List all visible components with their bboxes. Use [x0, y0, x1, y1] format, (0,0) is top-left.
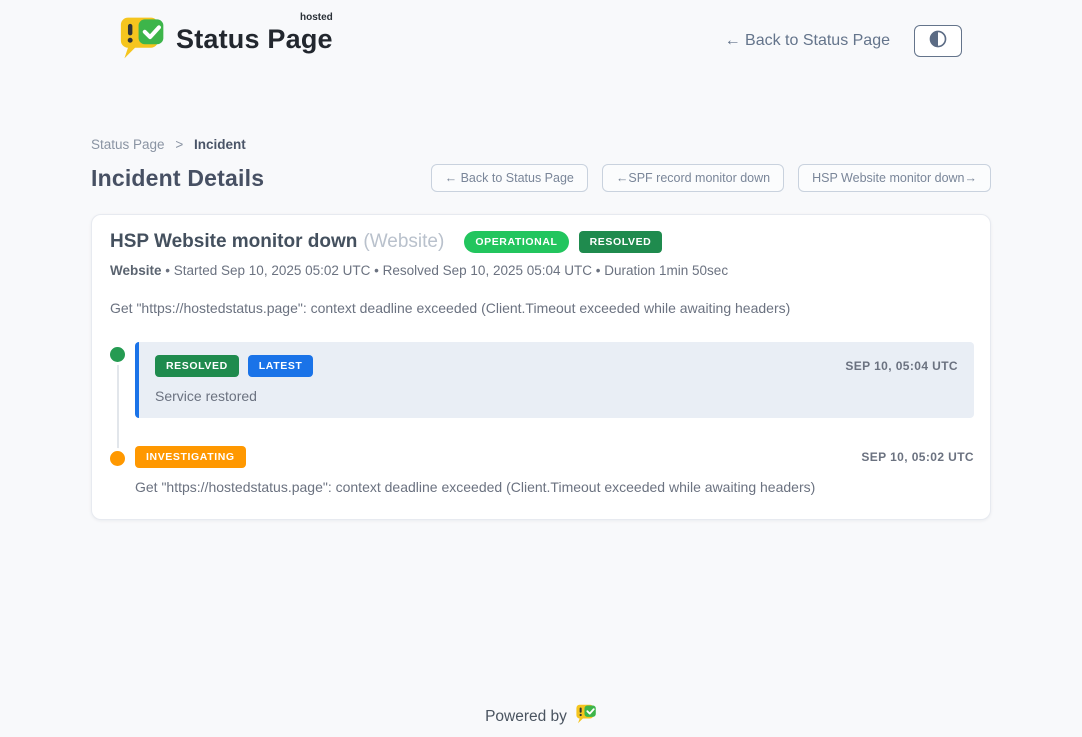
half-circle-contrast-icon [927, 28, 949, 53]
header-back-link[interactable]: ← Back to Status Page [725, 32, 890, 50]
timeline-entry-badges: RESOLVED LATEST [155, 355, 313, 377]
timeline-entry-header: RESOLVED LATEST SEP 10, 05:04 UTC [155, 355, 958, 377]
meta-component: Website [110, 263, 162, 278]
operational-status-badge: OPERATIONAL [464, 231, 568, 253]
timeline-timestamp: SEP 10, 05:04 UTC [845, 359, 958, 373]
powered-by-link[interactable]: Powered by [485, 704, 597, 729]
incident-component: (Website) [363, 231, 444, 253]
brand-name: Status Page [176, 24, 333, 54]
brand-text: Status Page hosted [176, 16, 333, 55]
timeline-dot-resolved [110, 347, 125, 362]
theme-toggle-button[interactable] [914, 25, 962, 57]
resolved-status-badge: RESOLVED [579, 231, 663, 253]
meta-separator: • [370, 263, 382, 278]
latest-update-box: RESOLVED LATEST SEP 10, 05:04 UTC Servic… [135, 342, 974, 418]
meta-started: Started Sep 10, 2025 05:02 UTC [174, 263, 371, 278]
timeline-dot-investigating [110, 451, 125, 466]
main-content: Status Page > Incident Incident Details … [91, 137, 991, 520]
breadcrumb-status-page[interactable]: Status Page [91, 137, 165, 152]
timeline-entry-body: INVESTIGATING SEP 10, 05:02 UTC Get "htt… [135, 446, 974, 495]
header: Status Page hosted ← Back to Status Page [0, 0, 1082, 75]
timeline-entry-badges: INVESTIGATING [135, 446, 246, 468]
incident-meta: Website • Started Sep 10, 2025 05:02 UTC… [110, 263, 974, 278]
timeline-entry-investigating: INVESTIGATING SEP 10, 05:02 UTC Get "htt… [110, 446, 974, 495]
incident-title-row: HSP Website monitor down (Website) OPERA… [110, 231, 974, 253]
statuspage-logo-small-icon [576, 704, 597, 729]
page-title: Incident Details [91, 165, 264, 192]
timeline-message: Get "https://hostedstatus.page": context… [135, 479, 974, 495]
powered-by-label: Powered by [485, 708, 567, 726]
prev-incident-button[interactable]: ←SPF record monitor down [602, 164, 784, 192]
breadcrumb: Status Page > Incident [91, 137, 991, 152]
next-incident-button[interactable]: HSP Website monitor down→ [798, 164, 991, 192]
timeline-entry-header: INVESTIGATING SEP 10, 05:02 UTC [135, 446, 974, 468]
title-row: Incident Details ← Back to Status Page ←… [91, 164, 991, 192]
back-to-status-page-button[interactable]: ← Back to Status Page [431, 164, 588, 192]
meta-separator: • [592, 263, 604, 278]
timeline-timestamp: SEP 10, 05:02 UTC [861, 450, 974, 464]
incident-title: HSP Website monitor down [110, 231, 357, 253]
brand-logo-link[interactable]: Status Page hosted [120, 16, 333, 65]
statuspage-logo-icon [120, 16, 166, 65]
breadcrumb-separator: > [175, 137, 183, 152]
timeline-entry-resolved: RESOLVED LATEST SEP 10, 05:04 UTC Servic… [110, 342, 974, 418]
timeline-message: Service restored [155, 388, 958, 404]
meta-separator: • [162, 263, 174, 278]
meta-resolved: Resolved Sep 10, 2025 05:04 UTC [383, 263, 592, 278]
incident-timeline: RESOLVED LATEST SEP 10, 05:04 UTC Servic… [110, 342, 974, 495]
incident-card: HSP Website monitor down (Website) OPERA… [91, 214, 991, 520]
resolved-update-badge: RESOLVED [155, 355, 239, 377]
incident-description: Get "https://hostedstatus.page": context… [110, 300, 974, 316]
header-right: ← Back to Status Page [725, 25, 962, 57]
footer: Powered by © 2025-10-08 14:10:34.772084 … [0, 704, 1082, 737]
meta-duration: Duration 1min 50sec [604, 263, 728, 278]
brand-superscript: hosted [300, 12, 333, 23]
breadcrumb-incident: Incident [194, 137, 246, 152]
investigating-update-badge: INVESTIGATING [135, 446, 246, 468]
latest-update-badge: LATEST [248, 355, 314, 377]
status-page-app: Status Page hosted ← Back to Status Page… [0, 0, 1082, 737]
incident-nav-buttons: ← Back to Status Page ←SPF record monito… [431, 164, 991, 192]
timeline-entry-body: RESOLVED LATEST SEP 10, 05:04 UTC Servic… [135, 342, 974, 418]
